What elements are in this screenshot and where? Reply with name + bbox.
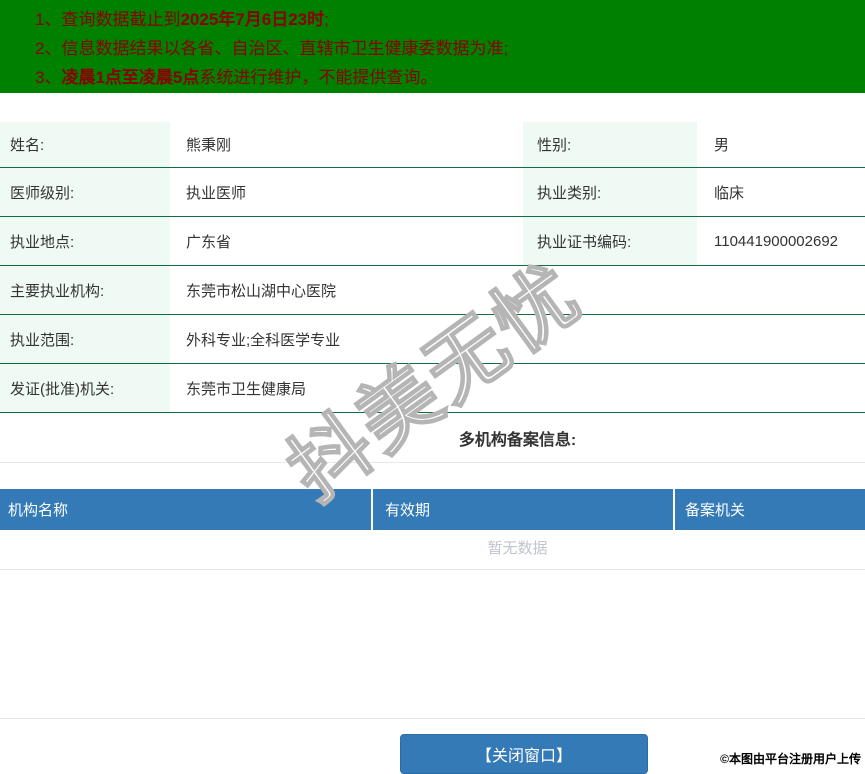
field-value: 东莞市卫生健康局 <box>186 380 307 398</box>
notice-text: 信息数据结果以各省、自治区、直辖市卫生健康委数据为准; <box>61 39 509 58</box>
column-header-authority: 备案机关 <box>673 489 865 530</box>
empty-data-row: 暂无数据 <box>0 530 865 570</box>
field-label: 主要执业机构: <box>0 266 170 314</box>
column-header-institution: 机构名称 <box>8 502 69 519</box>
field-value: 广东省 <box>186 233 232 251</box>
table-row: 执业范围: 外科专业;全科医学专业 <box>0 315 865 364</box>
notice-line: 3、凌晨1点至凌晨5点系统进行维护，不能提供查询。 <box>35 63 865 92</box>
column-header-validity: 有效期 <box>371 489 673 530</box>
field-label: 执业地点: <box>0 217 170 265</box>
field-label: 性别: <box>523 122 697 167</box>
copyright-stamp: ©本图由平台注册用户上传 <box>720 752 861 766</box>
field-value: 外科专业;全科医学专业 <box>186 331 341 349</box>
doctor-info-table: 姓名: 熊秉刚 性别: 男 医师级别: 执业医师 执业类别: 临床 执业地点: … <box>0 122 865 413</box>
notice-number: 3、 <box>35 68 62 87</box>
field-label: 执业证书编码: <box>523 217 697 265</box>
table-row: 发证(批准)机关: 东莞市卫生健康局 <box>0 364 865 413</box>
notice-line: 2、信息数据结果以各省、自治区、直辖市卫生健康委数据为准; <box>35 34 865 63</box>
field-value: 临床 <box>714 184 745 202</box>
field-value: 男 <box>714 137 730 154</box>
field-label: 执业类别: <box>523 168 697 216</box>
filing-section-title: 多机构备案信息: <box>0 413 865 463</box>
notice-text: 查询数据截止到 <box>61 10 181 29</box>
table-row: 医师级别: 执业医师 执业类别: 临床 <box>0 168 865 217</box>
close-window-button[interactable]: 【关闭窗口】 <box>400 734 648 774</box>
notice-text: 系统进行维护，不能提供查询。 <box>199 68 438 87</box>
notice-line: 1、查询数据截止到2025年7月6日23时; <box>35 5 865 34</box>
field-value: 执业医师 <box>186 184 247 202</box>
field-value: 110441900002692 <box>714 232 839 250</box>
field-label: 医师级别: <box>0 168 170 216</box>
field-label: 执业范围: <box>0 315 170 363</box>
notice-text-bold: 凌晨1点至凌晨5点 <box>61 68 200 87</box>
notice-text-bold: 2025年7月6日23时 <box>180 10 325 29</box>
table-row: 主要执业机构: 东莞市松山湖中心医院 <box>0 266 865 315</box>
notice-number: 2、 <box>35 39 62 58</box>
filing-table-header: 机构名称 有效期 备案机关 <box>0 489 865 530</box>
table-row: 姓名: 熊秉刚 性别: 男 <box>0 122 865 168</box>
notice-banner: 1、查询数据截止到2025年7月6日23时; 2、信息数据结果以各省、自治区、直… <box>0 0 865 93</box>
notice-text: ; <box>324 10 329 29</box>
field-value: 熊秉刚 <box>186 137 232 154</box>
table-row: 执业地点: 广东省 执业证书编码: 110441900002692 <box>0 217 865 266</box>
notice-number: 1、 <box>35 10 62 29</box>
field-label: 发证(批准)机关: <box>0 364 170 412</box>
field-value: 东莞市松山湖中心医院 <box>186 282 337 300</box>
field-label: 姓名: <box>0 122 170 167</box>
